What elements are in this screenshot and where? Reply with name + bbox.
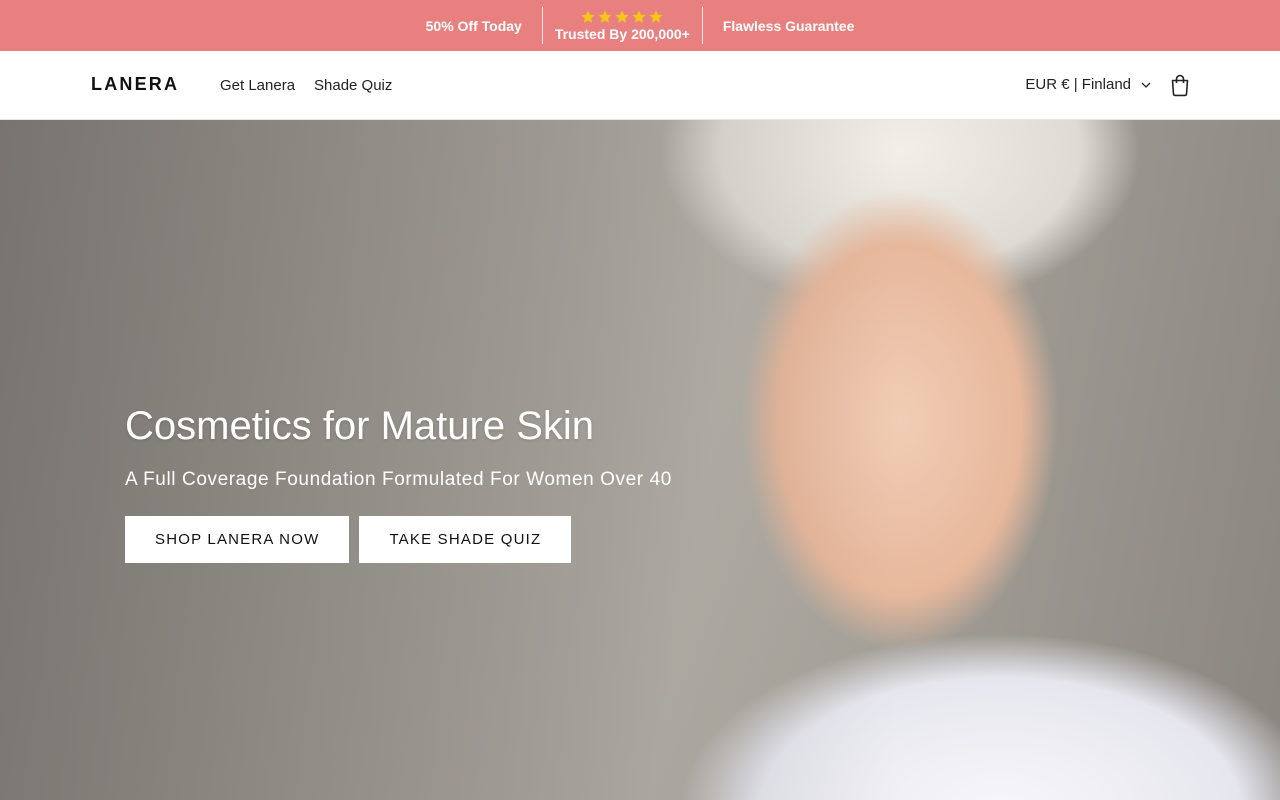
announcement-discount: 50% Off Today (425, 17, 522, 34)
hero-content: Cosmetics for Mature Skin A Full Coverag… (125, 403, 672, 563)
currency-label: EUR € | Finland (1025, 76, 1131, 93)
cart-icon[interactable] (1169, 73, 1191, 97)
trusted-text: Trusted By 200,000+ (554, 25, 690, 42)
hero-buttons: SHOP LANERA NOW TAKE SHADE QUIZ (125, 516, 672, 563)
announcement-bar: 50% Off Today Trusted By 200,000+ Flawle… (0, 0, 1280, 51)
star-icon (649, 10, 664, 23)
star-icon (632, 10, 647, 23)
announcement-guarantee: Flawless Guarantee (722, 17, 855, 34)
star-icon (581, 10, 596, 23)
currency-selector[interactable]: EUR € | Finland (1025, 76, 1151, 93)
shade-quiz-button[interactable]: TAKE SHADE QUIZ (359, 516, 572, 563)
hero-title: Cosmetics for Mature Skin (125, 404, 595, 448)
nav-link-shade-quiz[interactable]: Shade Quiz (314, 77, 392, 94)
hero-subtitle: A Full Coverage Foundation Formulated Fo… (125, 469, 672, 490)
star-icon (598, 10, 613, 23)
hero-banner: Cosmetics for Mature Skin A Full Coverag… (0, 120, 1280, 800)
rating-stars (580, 9, 664, 26)
site-logo[interactable]: LANERA (91, 74, 179, 95)
site-header: LANERA Get Lanera Shade Quiz EUR € | Fin… (0, 51, 1280, 120)
nav-link-get-lanera[interactable]: Get Lanera (220, 77, 295, 94)
star-icon (615, 10, 630, 23)
shop-now-button[interactable]: SHOP LANERA NOW (125, 516, 350, 563)
chevron-down-icon (1141, 82, 1151, 88)
announcement-trust: Trusted By 200,000+ (543, 9, 702, 43)
